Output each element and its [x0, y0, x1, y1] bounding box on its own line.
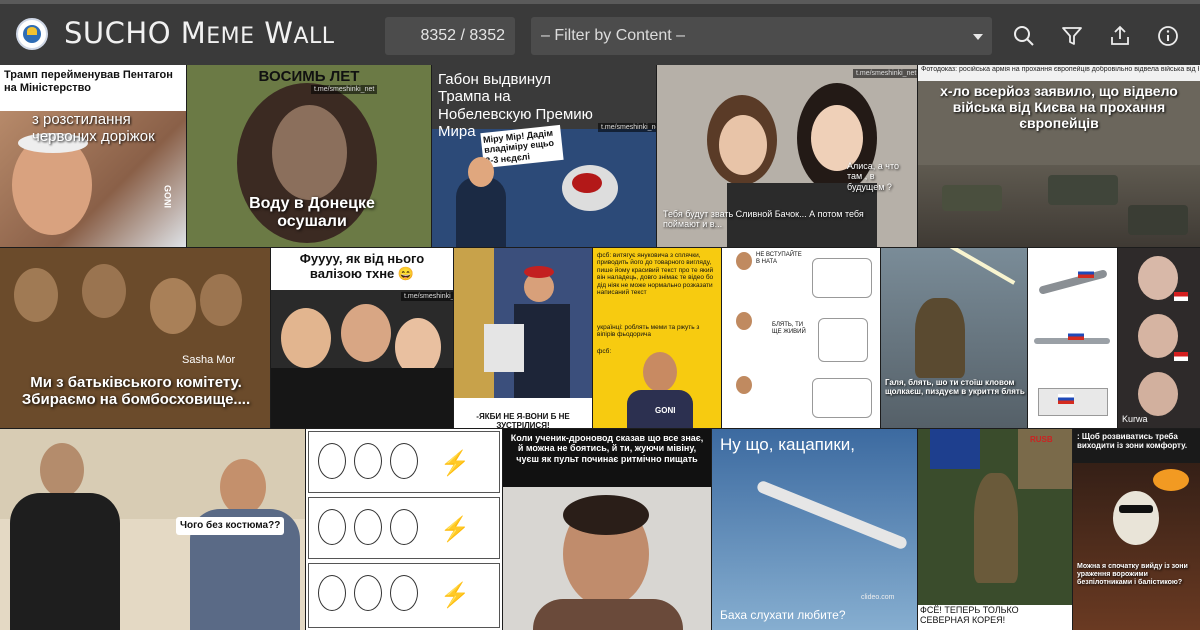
meme-small-text: Фотодоказ: російська армія на прохання є… [921, 66, 1199, 73]
meme-tile[interactable]: ⚡ ⚡ ⚡ [306, 429, 502, 630]
meme-brand: GONI [655, 406, 676, 415]
meme-tile[interactable]: Трамп перейменував Пентагон на Міністерс… [0, 65, 186, 247]
lightning-icon: ⚡ [440, 516, 470, 543]
meme-caption: -ЯКБИ НЕ Я-ВОНИ Б НЕ ЗУСТРІЛИСЯ! [476, 412, 570, 428]
meme-tile[interactable]: НЕ ВСТУПАЙТЕ В НАТА БЛЯТЬ, ТИ ЩЕ ЖИВИЙ [722, 248, 880, 428]
meme-text-1: НЕ ВСТУПАЙТЕ В НАТА [756, 252, 802, 265]
meme-caption: Фуууу, як від нього валізою тхне 😄 [299, 251, 425, 281]
lightning-icon: ⚡ [440, 450, 470, 477]
meme-text-2: українці: роблять меми та ржуть з віпірі… [597, 324, 700, 339]
meme-caption: Галя, блять, шо ти стоїш кловом щолкаєш,… [885, 378, 1025, 397]
meme-headline: Трамп перейменував Пентагон на Міністерс… [4, 69, 173, 94]
meme-right-text: Алиса, а что там , в будущем ? [847, 161, 900, 192]
meme-brand: GONI [162, 185, 173, 209]
search-icon[interactable] [1012, 24, 1036, 48]
meme-top-text: : Щоб розвиватись треба виходити із зони… [1077, 432, 1188, 451]
meme-speech: Чого без костюма?? [176, 517, 285, 535]
watermark: clideo.com [861, 594, 895, 601]
lightning-icon: ⚡ [440, 582, 470, 609]
meme-name: Kurwa [1122, 414, 1148, 424]
meme-caption: х-ло всерйоз заявило, що відвело війська… [940, 83, 1178, 132]
meme-tile[interactable]: Коли ученик-дроновод сказав що все знає,… [503, 429, 711, 630]
meme-text-2: БЛЯТЬ, ТИ ЩЕ ЖИВИЙ [772, 322, 806, 335]
meme-bottom-text: Можна я спочатку вийду із зони ураження … [1077, 563, 1188, 587]
meme-tile[interactable]: Фуууу, як від нього валізою тхне 😄 t.me/… [271, 248, 453, 428]
meme-counter[interactable]: 8352 / 8352 [385, 17, 515, 55]
meme-sign: Міру Мір! Дадім владімірy ещьо 2-3 нєдєл… [480, 124, 564, 169]
top-bar: SUCHO MEME WALL 8352 / 8352 – Filter by … [0, 0, 1200, 65]
meme-text-3: фсб: [597, 348, 612, 355]
meme-tile[interactable]: Галя, блять, шо ти стоїш кловом щолкаєш,… [881, 248, 1027, 428]
meme-tile[interactable]: RUSB ФСЁ! ТЕПЕРЬ ТОЛЬКО СЕВЕРНАЯ КОРЕЯ! [918, 429, 1072, 630]
meme-tile[interactable]: Ну що, кацапики, Баха слухати любите? cl… [712, 429, 917, 630]
watermark: t.me/smeshinki_net [853, 69, 917, 78]
watermark: t.me/smeshinki_net [311, 85, 378, 94]
meme-tile[interactable]: -ЯКБИ НЕ Я-ВОНИ Б НЕ ЗУСТРІЛИСЯ! [454, 248, 592, 428]
chevron-down-icon [973, 34, 983, 40]
meme-grid: Трамп перейменував Пентагон на Міністерс… [0, 65, 1200, 630]
sucho-logo[interactable] [16, 18, 48, 50]
meme-bottom-text: Баха слухати любите? [720, 608, 846, 622]
meme-tile[interactable]: Чого без костюма?? [0, 429, 305, 630]
meme-tile[interactable]: : Щоб розвиватись треба виходити із зони… [1073, 429, 1200, 630]
app-title: SUCHO MEME WALL [64, 16, 335, 50]
meme-top-text: ВОСИМЬ ЛЕТ [258, 68, 360, 85]
meme-top-text: Ну що, кацапики, [720, 435, 856, 454]
meme-tile[interactable]: ВОСИМЬ ЛЕТ Воду в Донецке осушали t.me/s… [187, 65, 431, 247]
meme-tile[interactable]: Kurwa [1118, 248, 1200, 428]
filter-label: – Filter by Content – [541, 27, 686, 44]
watermark: t.me/smeshinki_net [401, 292, 453, 301]
content-filter-select[interactable]: – Filter by Content – [531, 17, 992, 55]
meme-sign: RUSB [1030, 435, 1053, 444]
meme-tile[interactable]: фсб: витягує януковича з сплячки, привод… [593, 248, 721, 428]
meme-caption: Ми з батьківського комітету. Збираємо на… [21, 374, 251, 409]
share-icon[interactable] [1108, 24, 1132, 48]
meme-caption: ФСЁ! ТЕПЕРЬ ТОЛЬКО СЕВЕРНАЯ КОРЕЯ! [920, 605, 1019, 626]
info-icon[interactable] [1156, 24, 1180, 48]
meme-tile[interactable] [1028, 248, 1117, 428]
meme-name: Sasha Mor [182, 354, 236, 366]
meme-caption: Коли ученик-дроновод сказав що все знає,… [510, 433, 704, 464]
filter-icon[interactable] [1060, 24, 1084, 48]
meme-tile[interactable]: Фотодоказ: російська армія на прохання є… [918, 65, 1200, 247]
meme-bottom-text: Воду в Донецке осушали [249, 195, 375, 231]
meme-tile[interactable]: Габон выдвинул Трампа на Нобелевскую Пре… [432, 65, 656, 247]
meme-tile[interactable]: Алиса, а что там , в будущем ? Тебя буду… [657, 65, 917, 247]
meme-tile[interactable]: Sasha Mor Ми з батьківського комітету. З… [0, 248, 270, 428]
meme-caption: з розстилання червоних доріжок [32, 111, 155, 146]
meme-bottom-text: Тебя будут звать Сливной Бачок... А пото… [663, 209, 864, 230]
watermark: t.me/smeshinki_net [598, 123, 656, 132]
meme-text-1: фсб: витягує януковича з сплячки, привод… [597, 252, 714, 297]
